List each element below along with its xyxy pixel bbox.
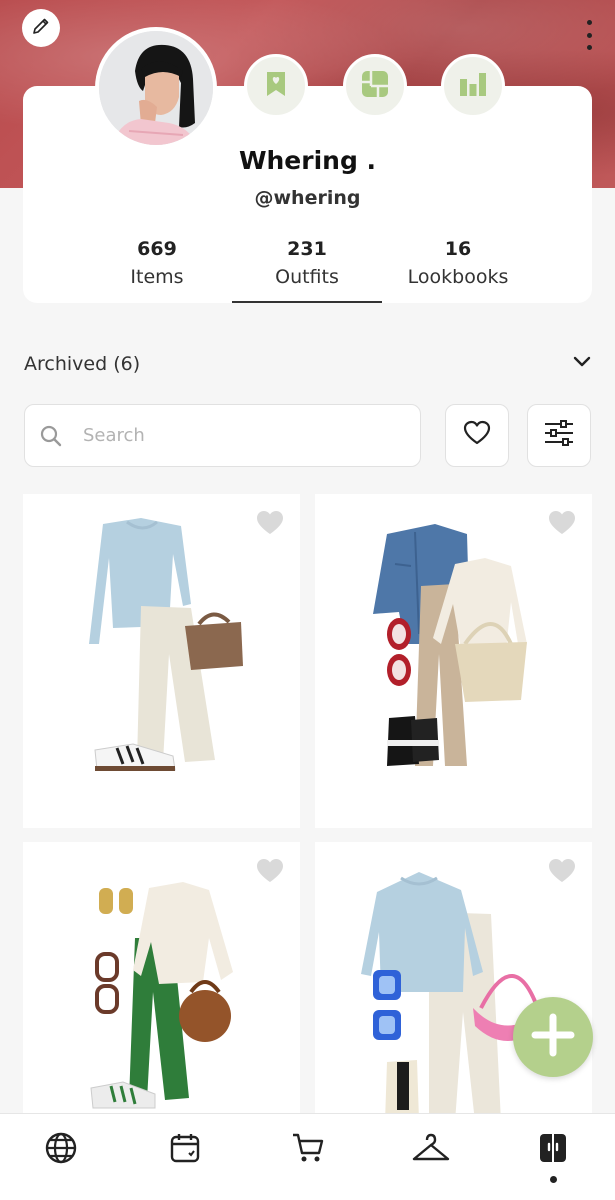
profile-stats: 669 Items 231 Outfits 16 Lookbooks (80, 238, 540, 304)
sliders-icon (543, 420, 575, 451)
avatar-image (99, 31, 213, 145)
wardrobe-icon (538, 1132, 568, 1169)
stat-count: 231 (287, 238, 327, 260)
active-nav-indicator (550, 1176, 557, 1183)
heart-icon[interactable] (548, 858, 576, 888)
stat-count: 16 (444, 238, 472, 260)
bottom-navigation (0, 1113, 615, 1200)
chevron-down-icon (572, 355, 592, 374)
favorites-filter-button[interactable] (445, 404, 509, 467)
stat-label: Lookbooks (407, 266, 509, 288)
stat-count: 669 (137, 238, 177, 260)
stat-label: Items (130, 266, 184, 288)
search-icon (39, 424, 63, 448)
collage-icon (360, 69, 390, 104)
search-input[interactable] (83, 425, 383, 446)
hanger-icon (411, 1132, 451, 1169)
plus-icon (531, 1013, 575, 1062)
collage-button[interactable] (343, 54, 407, 118)
nav-wardrobe-items[interactable] (411, 1130, 451, 1170)
stat-label: Outfits (275, 266, 339, 288)
outfit-card[interactable] (315, 494, 592, 828)
more-options-button[interactable] (583, 20, 595, 50)
nav-shop[interactable] (288, 1130, 328, 1170)
filter-settings-button[interactable] (527, 404, 591, 467)
bookmark-heart-icon (264, 70, 288, 103)
stat-items[interactable]: 669 Items (82, 238, 232, 288)
profile-name: Whering . (238, 146, 377, 175)
heart-icon[interactable] (548, 510, 576, 540)
heart-icon[interactable] (256, 510, 284, 540)
edit-profile-button[interactable] (22, 9, 60, 47)
cart-icon (291, 1132, 325, 1169)
nav-explore[interactable] (41, 1130, 81, 1170)
stat-lookbooks[interactable]: 16 Lookbooks (383, 238, 533, 288)
add-outfit-button[interactable] (513, 997, 593, 1077)
outfit-collage-image (89, 518, 243, 771)
nav-planner[interactable] (165, 1130, 205, 1170)
archived-dropdown[interactable]: Archived (6) (24, 350, 592, 378)
search-bar[interactable] (24, 404, 421, 467)
calendar-icon (169, 1132, 201, 1169)
outfit-collage-image (373, 524, 527, 766)
stats-button[interactable] (441, 54, 505, 118)
globe-icon (44, 1131, 78, 1170)
heart-outline-icon (463, 420, 491, 451)
avatar[interactable] (95, 27, 217, 149)
heart-icon[interactable] (256, 858, 284, 888)
saved-button[interactable] (244, 54, 308, 118)
more-vertical-icon (586, 20, 592, 25)
stat-outfits[interactable]: 231 Outfits (232, 238, 382, 288)
active-tab-underline (232, 301, 382, 303)
nav-profile[interactable] (533, 1130, 573, 1170)
outfit-card[interactable] (23, 494, 300, 828)
bar-chart-icon (459, 71, 487, 102)
pencil-icon (31, 16, 51, 41)
profile-handle: @whering (254, 187, 361, 209)
archived-label: Archived (6) (24, 353, 141, 375)
